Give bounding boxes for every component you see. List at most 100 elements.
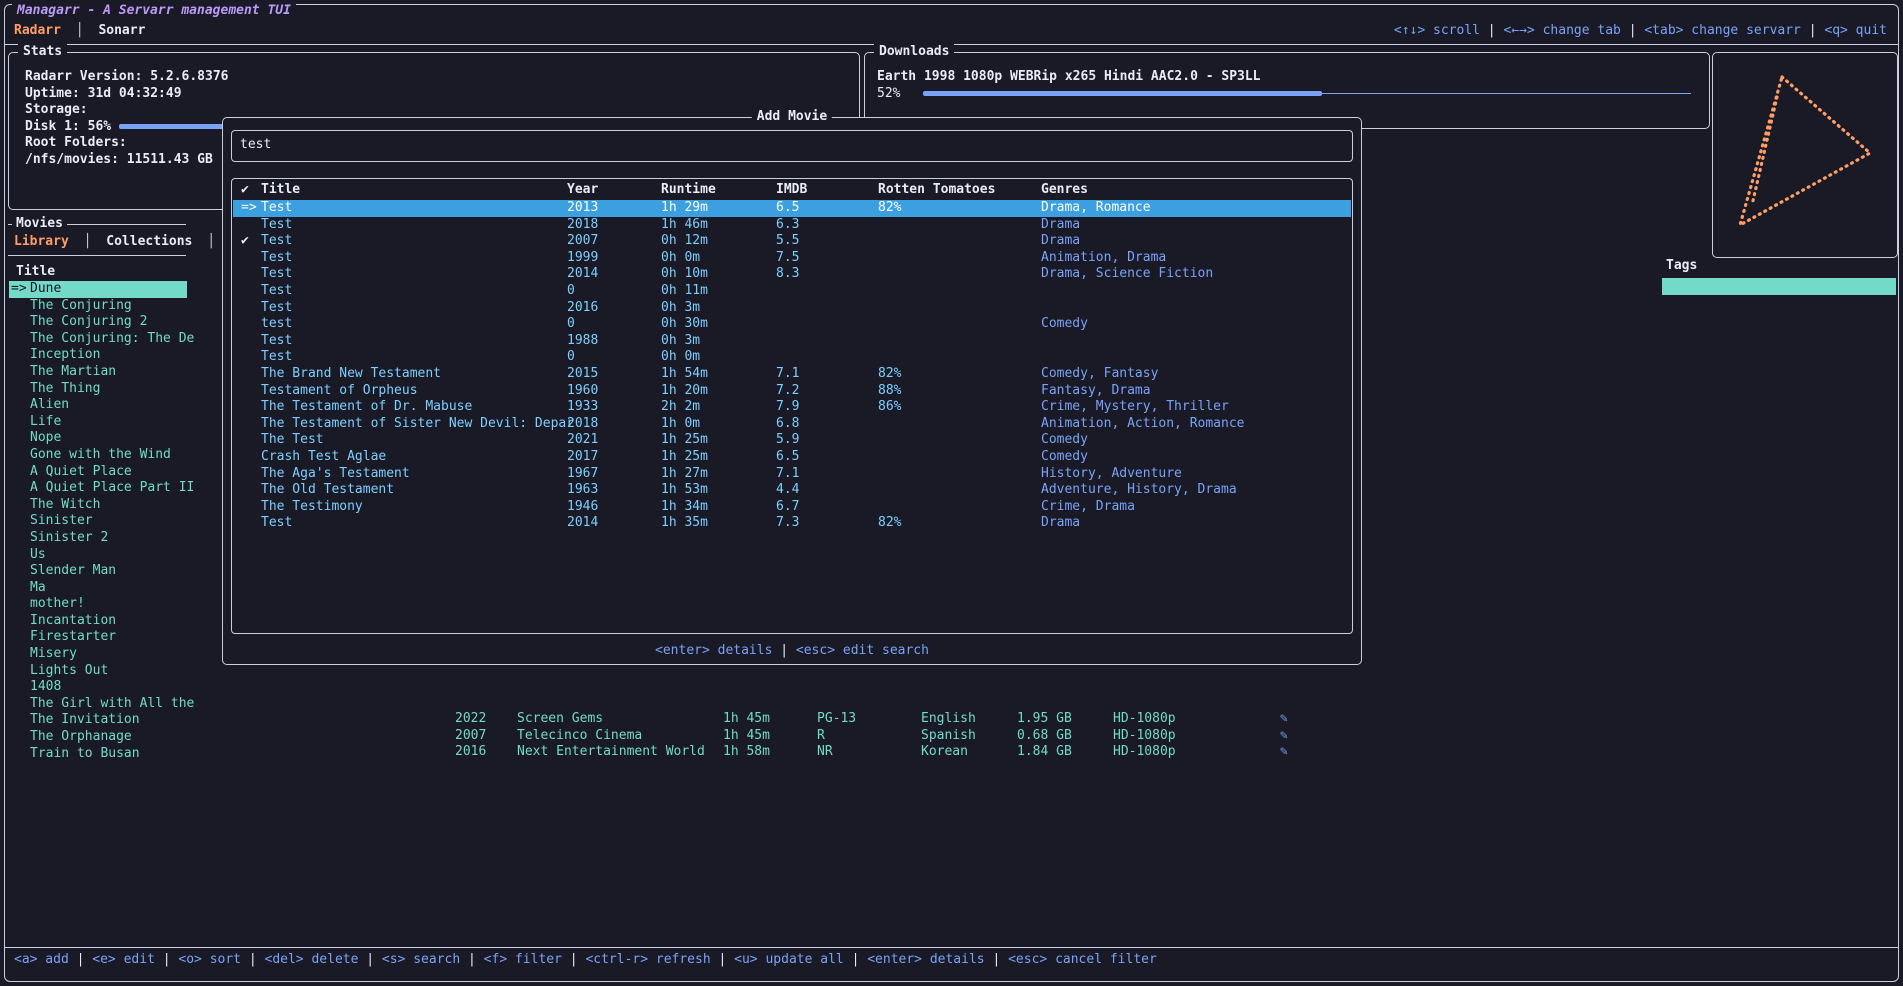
add-movie-result-row[interactable]: The Testimony 1946 1h 34m 6.7 Crime, Dra… <box>233 499 1351 516</box>
selected-row-tags-cell[interactable] <box>1662 278 1896 295</box>
add-movie-popup: Add Movie test ✔ Title Year Runtime IMDB… <box>222 117 1362 665</box>
library-table-row[interactable]: 2007 Telecinco Cinema 1h 45m R Spanish 0… <box>455 728 1555 745</box>
keybinding-hint: <q> quit <box>1809 23 1887 38</box>
movie-list-item[interactable]: Us <box>9 547 187 564</box>
add-movie-result-row[interactable]: Test 0 0h 0m <box>233 349 1351 366</box>
tab-library[interactable]: Library <box>14 234 69 249</box>
movie-list-item[interactable]: Slender Man <box>9 563 187 580</box>
movie-title: Dune <box>30 281 61 296</box>
result-rotten-tomatoes-cell: 86% <box>878 399 901 416</box>
movie-list-item[interactable]: The Conjuring <box>9 298 187 315</box>
downloads-panel-title: Downloads <box>874 44 954 59</box>
movie-title: The Conjuring: The De <box>30 331 194 346</box>
add-movie-result-row[interactable]: Test 1988 0h 3m <box>233 333 1351 350</box>
movie-title: Misery <box>30 646 77 661</box>
keybinding-hint: <o> sort <box>163 952 241 967</box>
movie-list-item[interactable]: Nope <box>9 430 187 447</box>
keybinding-hint: <e> edit <box>77 952 155 967</box>
add-movie-result-row[interactable]: The Brand New Testament 2015 1h 54m 7.1 … <box>233 366 1351 383</box>
keybinding-hint: <s> search <box>366 952 460 967</box>
add-movie-result-row[interactable]: Test 2018 1h 46m 6.3 Drama <box>233 217 1351 234</box>
library-table-row[interactable]: 2016 Next Entertainment World 1h 58m NR … <box>455 744 1555 761</box>
add-movie-result-row[interactable]: => Test 2013 1h 29m 6.5 82% Drama, Roman… <box>233 200 1351 217</box>
result-title-cell: Test <box>261 200 292 217</box>
add-movie-result-row[interactable]: The Old Testament 1963 1h 53m 4.4 Advent… <box>233 482 1351 499</box>
size-cell: 0.68 GB <box>1017 728 1072 745</box>
movie-list-item[interactable]: The Conjuring: The De <box>9 331 187 348</box>
add-movie-result-row[interactable]: The Aga's Testament 1967 1h 27m 7.1 Hist… <box>233 466 1351 483</box>
add-movie-result-row[interactable]: Testament of Orpheus 1960 1h 20m 7.2 88%… <box>233 383 1351 400</box>
result-year-cell: 2017 <box>567 449 598 466</box>
runtime-column-header: Runtime <box>661 182 716 197</box>
movie-title: Life <box>30 414 61 429</box>
movie-list-item[interactable]: Ma <box>9 580 187 597</box>
movie-title: The Thing <box>30 381 100 396</box>
add-movie-result-row[interactable]: The Testament of Dr. Mabuse 1933 2h 2m 7… <box>233 399 1351 416</box>
movie-list-item[interactable]: The Conjuring 2 <box>9 314 187 331</box>
year-cell: 2007 <box>455 728 486 745</box>
add-movie-result-row[interactable]: Test 1999 0h 0m 7.5 Animation, Drama <box>233 250 1351 267</box>
stats-panel-title: Stats <box>18 44 67 59</box>
keybinding-hint: <u> update all <box>719 952 844 967</box>
result-runtime-cell: 1h 29m <box>661 200 708 217</box>
result-year-cell: 1999 <box>567 250 598 267</box>
movie-list-item[interactable]: Incantation <box>9 613 187 630</box>
download-progress-row: 52% <box>877 86 1697 103</box>
selection-arrow: => <box>11 281 27 298</box>
add-movie-result-row[interactable]: The Test 2021 1h 25m 5.9 Comedy <box>233 432 1351 449</box>
imdb-column-header: IMDB <box>776 182 807 197</box>
movie-list-item[interactable]: Life <box>9 414 187 431</box>
movie-list-item[interactable]: Misery <box>9 646 187 663</box>
movie-list-item[interactable]: Sinister 2 <box>9 530 187 547</box>
movie-list-item[interactable]: Firestarter <box>9 629 187 646</box>
add-movie-search-input[interactable]: test <box>231 130 1353 162</box>
movie-list-item[interactable]: A Quiet Place Part II <box>9 480 187 497</box>
result-runtime-cell: 0h 0m <box>661 349 700 366</box>
movie-list-item[interactable]: The Martian <box>9 364 187 381</box>
result-title-cell: Test <box>261 250 292 267</box>
movies-tab-underline <box>8 255 186 256</box>
keybinding-hint: <enter> details <box>655 643 772 658</box>
movie-list-item[interactable]: The Invitation <box>9 712 187 729</box>
result-imdb-cell: 7.5 <box>776 250 799 267</box>
movie-list-item[interactable]: The Witch <box>9 497 187 514</box>
add-movie-result-row[interactable]: ✔ Test 2007 0h 12m 5.5 Drama <box>233 233 1351 250</box>
keybinding-hint: <f> filter <box>468 952 562 967</box>
result-year-cell: 2018 <box>567 416 598 433</box>
library-table-row[interactable]: 2022 Screen Gems 1h 45m PG-13 English 1.… <box>455 711 1555 728</box>
add-movie-result-row[interactable]: Test 2014 0h 10m 8.3 Drama, Science Fict… <box>233 266 1351 283</box>
movie-list-item[interactable]: 1408 <box>9 679 187 696</box>
movie-list-item[interactable]: The Thing <box>9 381 187 398</box>
result-genres-cell: Drama, Romance <box>1041 200 1151 217</box>
result-genres-cell: Crime, Drama <box>1041 499 1135 516</box>
movie-list-item[interactable]: Inception <box>9 347 187 364</box>
movie-list-item[interactable]: Lights Out <box>9 663 187 680</box>
movie-list-item[interactable]: The Orphanage <box>9 729 187 746</box>
add-movie-result-row[interactable]: The Testament of Sister New Devil: Depar… <box>233 416 1351 433</box>
movie-list-item[interactable]: Alien <box>9 397 187 414</box>
keybinding-hint: <↑↓> scroll <box>1394 23 1480 38</box>
result-runtime-cell: 0h 11m <box>661 283 708 300</box>
result-genres-cell: Comedy <box>1041 316 1088 333</box>
tab-radarr[interactable]: Radarr <box>14 23 61 38</box>
add-movie-result-row[interactable]: Test 2014 1h 35m 7.3 82% Drama <box>233 515 1351 532</box>
movie-list-item[interactable]: The Girl with All the <box>9 696 187 713</box>
movie-list-item[interactable]: Sinister <box>9 513 187 530</box>
movie-list-item[interactable]: => Dune <box>9 281 187 298</box>
movie-list-item[interactable]: mother! <box>9 596 187 613</box>
result-title-cell: The Aga's Testament <box>261 466 410 483</box>
add-movie-result-row[interactable]: test 0 0h 30m Comedy <box>233 316 1351 333</box>
add-movie-result-row[interactable]: Test 2016 0h 3m <box>233 300 1351 317</box>
movie-list-item[interactable]: Train to Busan <box>9 746 187 763</box>
result-imdb-cell: 6.3 <box>776 217 799 234</box>
movie-list-item[interactable]: A Quiet Place <box>9 464 187 481</box>
result-imdb-cell: 5.9 <box>776 432 799 449</box>
pencil-icon: ✎ <box>1280 728 1288 745</box>
tab-sonarr[interactable]: Sonarr <box>98 23 145 38</box>
add-movie-result-row[interactable]: Test 0 0h 11m <box>233 283 1351 300</box>
result-title-cell: Test <box>261 300 292 317</box>
download-item[interactable]: Earth 1998 1080p WEBRip x265 Hindi AAC2.… <box>877 69 1697 102</box>
add-movie-result-row[interactable]: Crash Test Aglae 2017 1h 25m 6.5 Comedy <box>233 449 1351 466</box>
tab-collections[interactable]: Collections <box>106 234 192 249</box>
movie-list-item[interactable]: Gone with the Wind <box>9 447 187 464</box>
